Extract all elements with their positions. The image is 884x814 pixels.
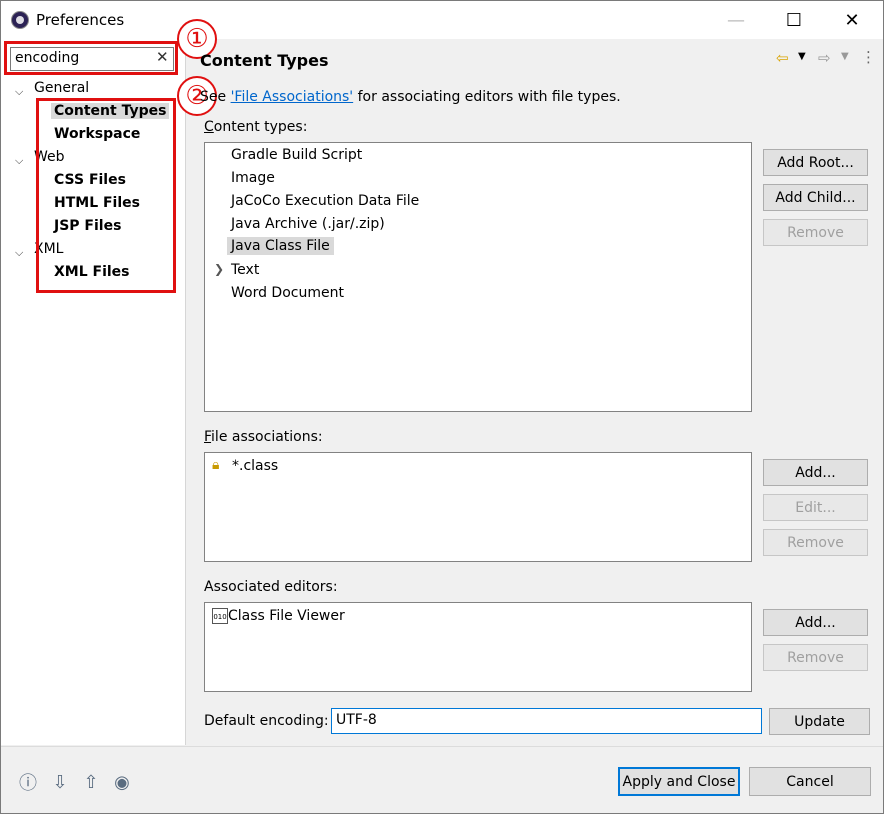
forward-dropdown-icon[interactable]: ▼ <box>841 51 849 62</box>
record-icon[interactable]: ◉ <box>111 771 133 793</box>
chevron-down-icon[interactable]: ⌵ <box>15 85 23 99</box>
class-file-icon: 010 <box>212 608 228 624</box>
page-title: Content Types <box>200 51 329 70</box>
cancel-button[interactable]: Cancel <box>749 767 871 796</box>
content-type-item[interactable]: Text <box>231 262 259 278</box>
content-type-item-selected[interactable]: Java Class File <box>227 237 334 255</box>
annotation-box-filter <box>4 41 178 75</box>
associated-editor-item[interactable]: Class File Viewer <box>228 608 345 624</box>
preferences-window: Preferences — ☐ ✕ encoding ✕ ⌵ General C… <box>0 0 884 814</box>
remove-content-type-button[interactable]: Remove <box>763 219 868 246</box>
content-types-label-rest: ontent types: <box>213 119 308 135</box>
default-encoding-label: Default encoding: <box>204 713 329 729</box>
file-associations-label: File associations: <box>204 429 323 445</box>
file-associations-list[interactable]: 🔒︎ *.class <box>204 452 752 562</box>
default-encoding-input[interactable]: UTF-8 <box>331 708 762 734</box>
update-button[interactable]: Update <box>769 708 870 735</box>
content-types-label: Content types: <box>204 119 308 135</box>
content-type-item[interactable]: Word Document <box>231 285 344 301</box>
chevron-down-icon[interactable]: ⌵ <box>15 154 23 168</box>
associated-editors-label: Associated editors: <box>204 579 338 595</box>
apply-and-close-button[interactable]: Apply and Close <box>618 767 740 796</box>
content-type-item[interactable]: Image <box>231 170 275 186</box>
forward-arrow-icon[interactable]: ⇨ <box>818 49 831 67</box>
file-associations-link[interactable]: 'File Associations' <box>231 89 354 105</box>
title-bar: Preferences — ☐ ✕ <box>1 1 883 39</box>
eclipse-icon <box>11 11 29 29</box>
add-file-association-button[interactable]: Add... <box>763 459 868 486</box>
see-file-associations-text: See 'File Associations' for associating … <box>200 89 621 105</box>
import-icon[interactable]: ⇩ <box>49 771 71 793</box>
back-arrow-icon[interactable]: ⇦ <box>776 49 789 67</box>
maximize-button[interactable]: ☐ <box>765 1 823 39</box>
file-associations-label-rest: ile associations: <box>211 429 323 445</box>
add-editor-button[interactable]: Add... <box>763 609 868 636</box>
remove-editor-button[interactable]: Remove <box>763 644 868 671</box>
tree-item-general[interactable]: General <box>34 80 89 96</box>
window-title: Preferences <box>36 11 125 29</box>
back-dropdown-icon[interactable]: ▼ <box>798 51 806 62</box>
content-type-item[interactable]: Java Archive (.jar/.zip) <box>231 216 385 232</box>
export-icon[interactable]: ⇧ <box>80 771 102 793</box>
view-menu-icon[interactable]: ⋮ <box>861 48 876 66</box>
add-child-button[interactable]: Add Child... <box>763 184 868 211</box>
help-icon[interactable]: ⓘ <box>17 771 39 794</box>
edit-file-association-button[interactable]: Edit... <box>763 494 868 521</box>
content-type-item[interactable]: JaCoCo Execution Data File <box>231 193 419 209</box>
see-prefix: See <box>200 89 231 105</box>
close-button[interactable]: ✕ <box>823 1 881 39</box>
file-association-item[interactable]: *.class <box>232 458 278 474</box>
minimize-button[interactable]: — <box>707 1 765 39</box>
chevron-down-icon[interactable]: ⌵ <box>15 246 23 260</box>
see-suffix: for associating editors with file types. <box>353 89 621 105</box>
remove-file-association-button[interactable]: Remove <box>763 529 868 556</box>
associated-editors-list[interactable]: 010 Class File Viewer <box>204 602 752 692</box>
chevron-right-icon[interactable]: ❯ <box>214 262 224 276</box>
add-root-button[interactable]: Add Root... <box>763 149 868 176</box>
lock-icon: 🔒︎ <box>212 457 220 473</box>
content-types-tree[interactable]: Gradle Build Script Image JaCoCo Executi… <box>204 142 752 412</box>
content-type-item[interactable]: Gradle Build Script <box>231 147 362 163</box>
annotation-box-results <box>36 98 176 293</box>
